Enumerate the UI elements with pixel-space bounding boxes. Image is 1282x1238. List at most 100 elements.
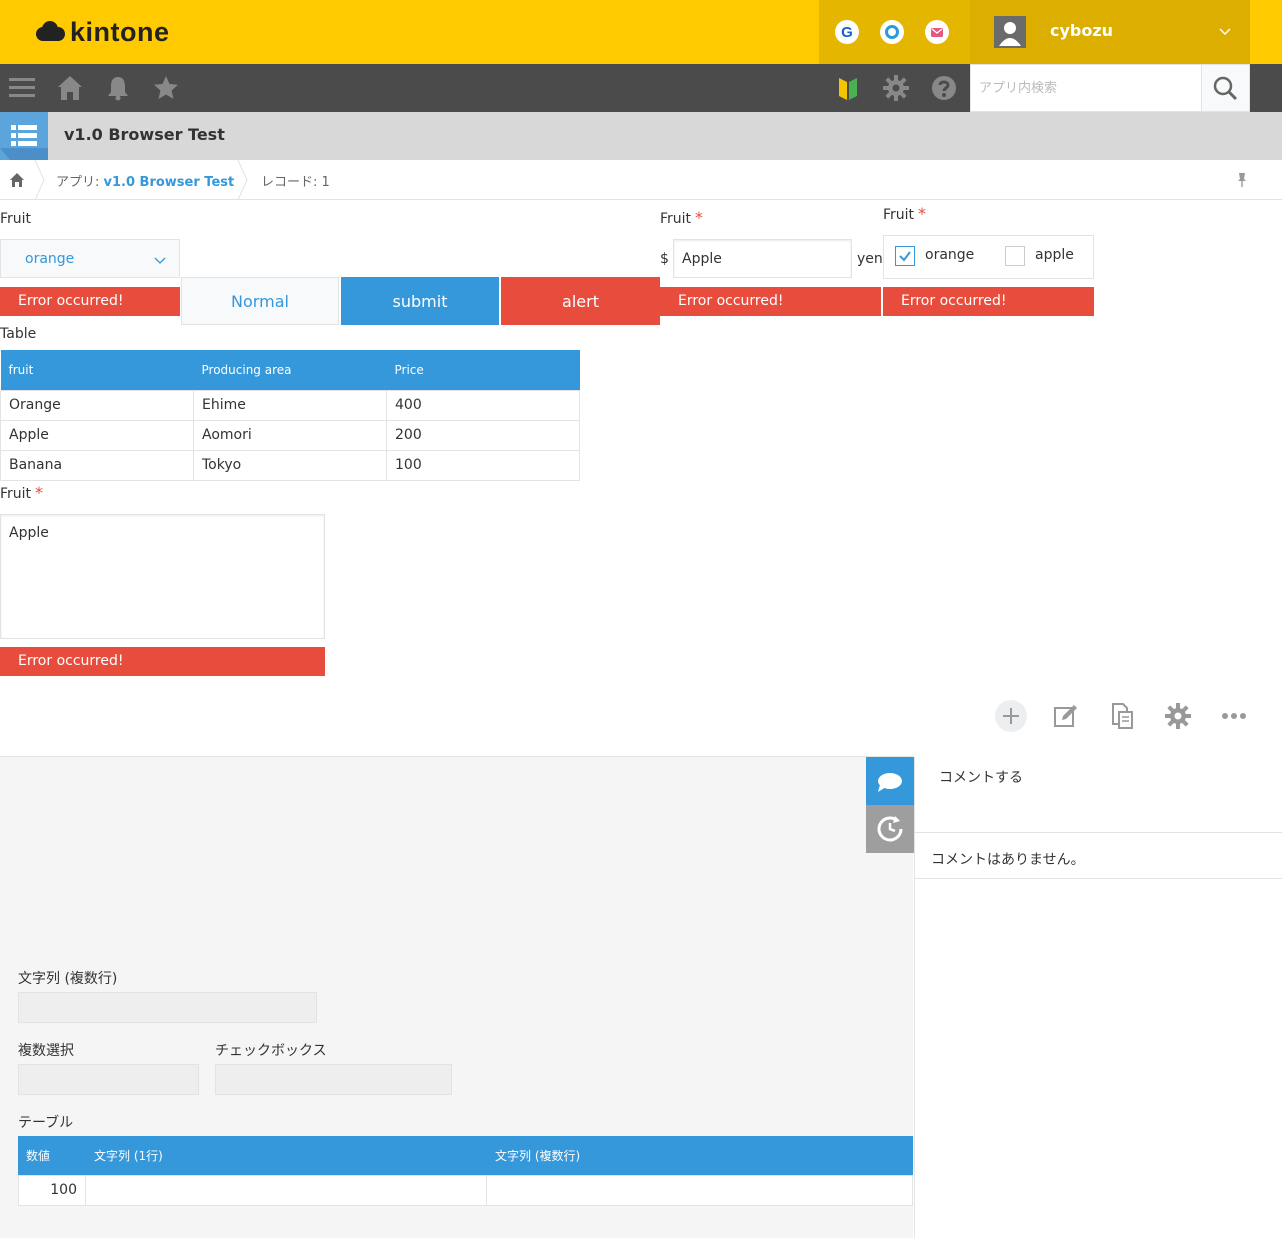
garoon-letter: G [841,23,853,41]
subtable-cell-single-line [86,1176,487,1205]
comment-divider [915,878,1282,879]
user-menu[interactable]: cybozu [970,0,1250,64]
star-icon[interactable] [152,74,180,102]
settings-gear-icon[interactable] [1162,700,1194,732]
help-icon[interactable] [930,74,958,102]
dropdown-label: Fruit [0,211,32,227]
submit-button[interactable]: submit [341,277,499,325]
subtable-header-number: 数値 [26,1149,51,1163]
username: cybozu [1050,21,1114,40]
office-icon[interactable] [880,20,904,44]
pin-icon[interactable] [1234,172,1250,188]
menu-icon[interactable] [8,74,36,102]
table-cell: 200 [386,419,580,451]
comment-placeholder: コメントする [939,770,1023,786]
breadcrumb-record: レコード: 1 [261,175,330,190]
edit-icon[interactable] [1049,700,1081,732]
kintone-logo[interactable]: kintone [34,16,170,48]
textarea-label: Fruit * [0,483,43,502]
fruit-text-input[interactable] [673,239,852,278]
table-row: Apple Aomori 200 [0,419,580,451]
table-cell: Tokyo [193,449,387,481]
list-icon [0,125,48,160]
chevron-down-icon [154,257,166,264]
required-mark: * [35,483,44,502]
checkbox-field-label: チェックボックス [215,1043,327,1059]
side-panel-tabs [866,757,914,853]
checkbox-apple-label[interactable]: apple [1035,247,1074,263]
table-header-fruit: fruit [0,350,194,390]
app-title: v1.0 Browser Test [64,125,225,144]
cloud-logo-icon [36,21,65,41]
subtable-header-multi-line: 文字列 (複数行) [495,1149,581,1163]
table-cell: Aomori [193,419,387,451]
unit-suffix: yen [857,251,883,267]
multiselect-label: 複数選択 [18,1043,74,1059]
search-icon [1213,76,1238,101]
fruit-textarea[interactable]: Apple [0,514,325,639]
checkbox-orange-label[interactable]: orange [925,247,974,263]
fruit-dropdown[interactable]: orange [0,239,180,278]
mailwise-icon[interactable] [925,20,949,44]
subtable-cell-number-value: 100 [50,1182,77,1198]
garoon-icon[interactable]: G [835,20,859,44]
history-icon [877,816,903,842]
table-header-price: Price [386,350,580,390]
chevron-down-icon [1219,28,1231,36]
checkbox-orange[interactable] [895,246,915,266]
app-icon[interactable] [0,112,48,160]
subtable-row: 100 [18,1175,913,1206]
textarea-error: Error occurred! [0,647,325,676]
table-cell: 100 [386,449,580,481]
gear-icon[interactable] [882,74,910,102]
app-search-input[interactable] [971,65,1201,111]
table-cell: Orange [0,389,194,421]
add-record-icon[interactable] [995,700,1027,732]
search-button[interactable] [1202,64,1250,112]
required-mark: * [918,204,927,223]
table-row: Banana Tokyo 100 [0,449,580,481]
app-search-box [970,64,1202,112]
copy-icon[interactable] [1106,700,1138,732]
breadcrumb-app-name: v1.0 Browser Test [103,175,235,190]
text-field-label: Fruit * [660,208,703,227]
alert-button[interactable]: alert [501,277,660,325]
checkbox-label-text: Fruit [883,207,915,223]
breadcrumb-app[interactable]: アプリ: v1.0 Browser Test [56,171,234,190]
bell-icon[interactable] [104,74,132,102]
beginner-icon[interactable] [834,74,862,102]
checkbox-label: Fruit * [883,204,926,223]
fruit-table: fruit Producing area Price Orange Ehime … [0,350,580,481]
home-icon[interactable] [56,74,84,102]
service-links: G [819,0,970,64]
subtable-label: テーブル [18,1115,74,1131]
no-comments-text: コメントはありません。 [931,852,1085,868]
table-cell: Apple [0,419,194,451]
comment-panel: コメントする コメントはありません。 [914,757,1282,1238]
tab-comments[interactable] [866,757,914,805]
checkbox-field [215,1064,452,1095]
subtable-header: 数値 文字列 (1行) 文字列 (複数行) [18,1136,913,1176]
multiline-field [18,992,317,1023]
required-mark: * [695,208,704,227]
ring-icon [885,25,899,39]
normal-button[interactable]: Normal [181,277,339,325]
breadcrumb-app-prefix: アプリ: [56,175,104,190]
more-options-icon[interactable] [1218,700,1250,732]
mail-icon [931,28,943,37]
breadcrumb-separator [237,160,248,200]
avatar [994,16,1026,48]
fruit-checkbox-group: orange apple [883,235,1094,279]
tab-history[interactable] [866,805,914,853]
text-field-error: Error occurred! [660,287,881,316]
breadcrumb-home-icon[interactable] [9,172,25,188]
comment-input[interactable]: コメントする [915,757,1282,833]
logo-text: kintone [70,16,170,47]
currency-prefix: $ [660,251,669,267]
comment-icon [878,773,902,792]
multiline-label: 文字列 (複数行) [18,971,118,987]
dropdown-value: orange [25,251,75,267]
checkbox-error: Error occurred! [883,287,1094,316]
checkbox-apple[interactable] [1005,246,1025,266]
table-cell: 400 [386,389,580,421]
